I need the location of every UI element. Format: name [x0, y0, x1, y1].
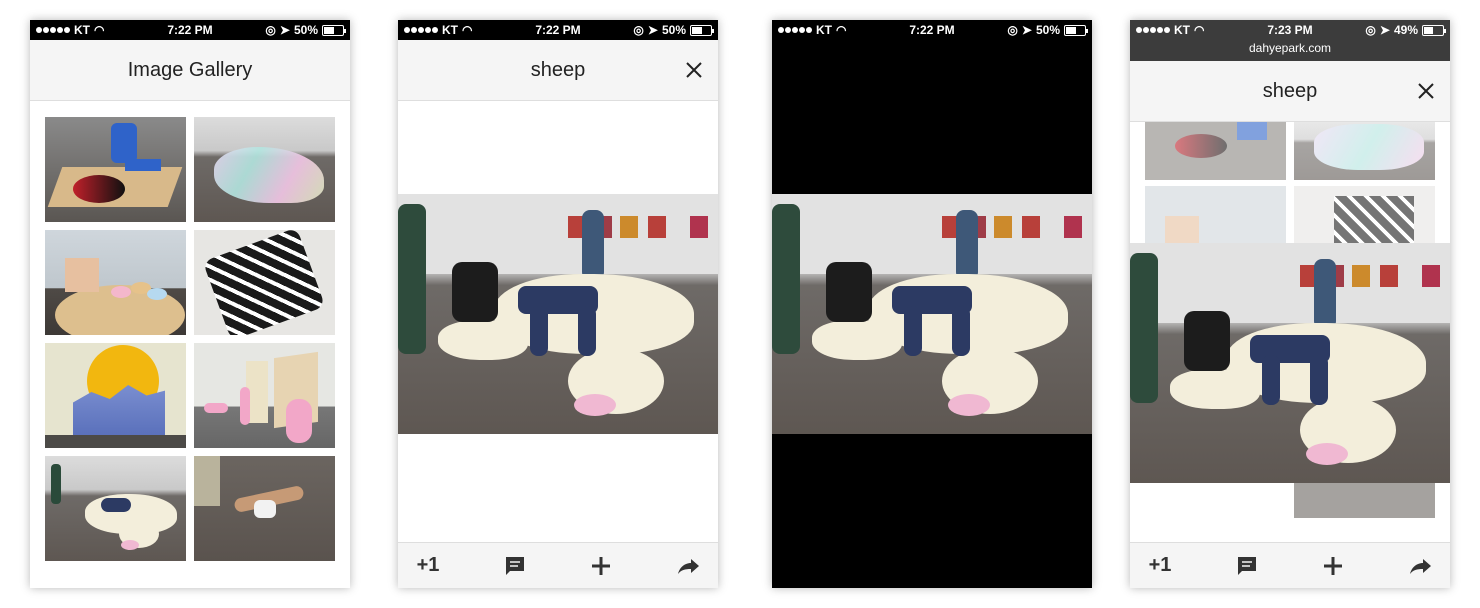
action-toolbar: +1	[398, 542, 718, 588]
title-bar: sheep	[1130, 61, 1450, 122]
lock-rotation-icon: ◎	[633, 23, 644, 37]
title-bar: sheep	[398, 40, 718, 101]
comment-icon[interactable]	[501, 554, 529, 578]
location-icon: ➤	[279, 23, 290, 37]
location-icon: ➤	[647, 23, 658, 37]
battery-percent: 49%	[1393, 23, 1418, 37]
browser-status-bar: KT ◠ 7:23 PM dahyepark.com ◎ ➤ 49%	[1130, 20, 1450, 61]
thumbnail-iridescent-sheet	[1294, 120, 1435, 180]
plus-one-button[interactable]: +1	[414, 554, 442, 578]
battery-icon	[1422, 24, 1446, 36]
battery-percent: 50%	[1035, 23, 1060, 37]
thumbnail-donuts-table	[1145, 186, 1286, 246]
comment-icon[interactable]	[1233, 554, 1261, 578]
close-icon[interactable]	[685, 61, 703, 79]
sheep-photo[interactable]	[772, 194, 1092, 434]
thumbnail-blue-sculpture	[1145, 120, 1286, 180]
lock-rotation-icon: ◎	[265, 23, 276, 37]
image-title: sheep	[1262, 80, 1318, 102]
battery-icon	[1064, 24, 1088, 36]
title-bar: Image Gallery	[30, 40, 350, 101]
lock-rotation-icon: ◎	[1007, 23, 1018, 37]
phone-viewer: KT ◠ 7:22 PM ◎ ➤ 50% sheep +1	[398, 20, 718, 588]
add-icon[interactable]	[1319, 554, 1347, 578]
thumbnail-iridescent-sheet[interactable]	[194, 117, 335, 222]
lock-rotation-icon: ◎	[1365, 23, 1376, 37]
phone-gallery: KT ◠ 7:22 PM ◎ ➤ 50% Image Gallery	[30, 20, 350, 588]
thumbnail-person-floor	[1294, 482, 1435, 518]
phone-viewer-fullscreen: KT ◠ 7:22 PM ◎ ➤ 50%	[772, 20, 1092, 588]
battery-icon	[322, 24, 346, 36]
location-icon: ➤	[1379, 23, 1390, 37]
plus-one-button[interactable]: +1	[1146, 554, 1174, 578]
location-icon: ➤	[1021, 23, 1032, 37]
battery-percent: 50%	[661, 23, 686, 37]
sheep-photo[interactable]	[1130, 243, 1450, 483]
battery-percent: 50%	[293, 23, 318, 37]
thumbnail-zigzag-sculpture	[1294, 186, 1435, 246]
thumbnail-zigzag-sculpture[interactable]	[194, 230, 335, 335]
page-title: Image Gallery	[127, 59, 253, 81]
thumbnail-person-floor[interactable]	[194, 456, 335, 561]
add-icon[interactable]	[587, 554, 615, 578]
status-bar: KT ◠ 7:22 PM ◎ ➤ 50%	[30, 20, 350, 40]
share-icon[interactable]	[674, 554, 702, 578]
thumbnail-donuts-table[interactable]	[45, 230, 186, 335]
status-bar: KT ◠ 7:22 PM ◎ ➤ 50%	[398, 20, 718, 40]
phone-transition: KT◠ 7:23 PM dahyepark.com ◎➤49% sheep	[1130, 20, 1450, 588]
close-icon[interactable]	[1417, 82, 1435, 100]
url-label[interactable]: dahyepark.com	[1130, 41, 1450, 55]
status-bar: KT ◠ 7:22 PM ◎ ➤ 50%	[772, 20, 1092, 40]
image-title: sheep	[530, 59, 586, 81]
sheep-photo[interactable]	[398, 194, 718, 434]
share-icon[interactable]	[1406, 554, 1434, 578]
thumbnail-sheep[interactable]	[45, 456, 186, 561]
battery-icon	[690, 24, 714, 36]
thumbnail-blue-sculpture[interactable]	[45, 117, 186, 222]
thumbnail-pink-figures[interactable]	[194, 343, 335, 448]
action-toolbar: +1	[1130, 542, 1450, 588]
thumbnail-sun-mountain[interactable]	[45, 343, 186, 448]
